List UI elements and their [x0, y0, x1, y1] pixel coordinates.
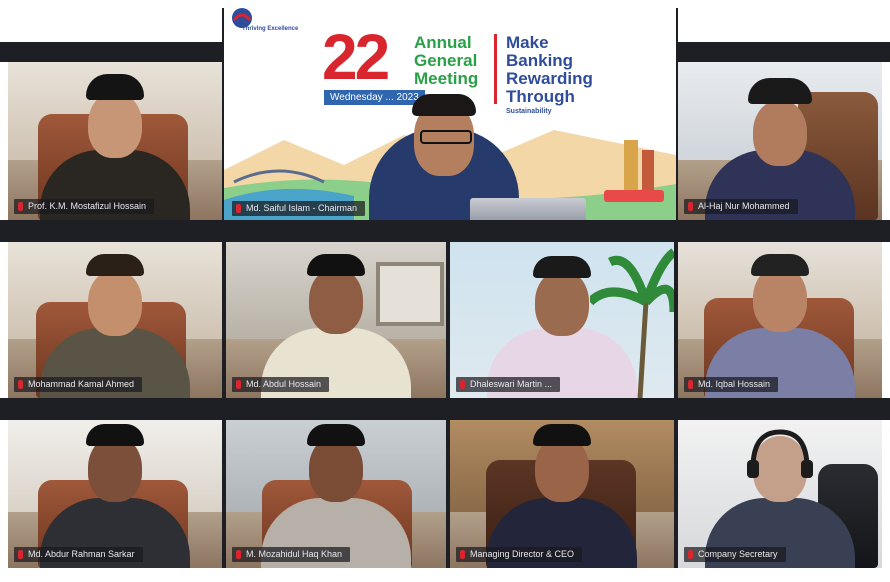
participant-tile[interactable]: Managing Director & CEO [450, 420, 674, 568]
separator-bar [0, 42, 224, 62]
separator-bar [0, 220, 890, 242]
participant-video [40, 420, 190, 568]
mic-icon [688, 550, 693, 559]
participant-tile[interactable]: Company Secretary [678, 420, 882, 568]
participant-video [40, 70, 190, 220]
participant-nameplate: Md. Abdul Hossain [232, 377, 330, 392]
participant-name: Dhaleswari Martin ... [470, 379, 553, 389]
participant-name: Md. Iqbal Hossain [698, 379, 771, 389]
participant-nameplate: Al-Haj Nur Mohammed [684, 199, 798, 214]
participant-nameplate: Md. Saiful Islam - Chairman [232, 201, 366, 216]
participant-video [40, 248, 190, 398]
participant-name: Managing Director & CEO [470, 549, 575, 559]
mic-icon [18, 550, 23, 559]
participant-tile[interactable]: Md. Iqbal Hossain [678, 242, 882, 398]
participant-tile[interactable]: Md. Abdul Hossain [226, 242, 446, 398]
participant-tile[interactable]: Mohammad Kamal Ahmed [8, 242, 222, 398]
mic-icon [236, 204, 241, 213]
mic-icon [236, 380, 241, 389]
featured-speaker-tile[interactable]: Thriving Excellence 22 Annual General Me… [224, 8, 676, 220]
participant-nameplate: Managing Director & CEO [456, 547, 583, 562]
participant-name: Mohammad Kamal Ahmed [28, 379, 135, 389]
participant-nameplate: Md. Iqbal Hossain [684, 377, 779, 392]
participant-tile[interactable]: Al-Haj Nur Mohammed [678, 62, 882, 220]
video-conference-grid: Prof. K.M. Mostafizul Hossain Thriving E… [0, 0, 890, 582]
participant-nameplate: M. Mozahidul Haq Khan [232, 547, 351, 562]
participant-nameplate: Prof. K.M. Mostafizul Hossain [14, 199, 155, 214]
participant-name: M. Mozahidul Haq Khan [246, 549, 343, 559]
mic-icon [688, 202, 693, 211]
mic-icon [688, 380, 693, 389]
mic-icon [460, 550, 465, 559]
participant-name: Md. Abdul Hossain [246, 379, 322, 389]
participant-name: Al-Haj Nur Mohammed [698, 201, 790, 211]
mic-icon [18, 202, 23, 211]
separator-bar [676, 42, 890, 62]
separator-bar [0, 398, 890, 420]
mic-icon [236, 550, 241, 559]
participant-name: Company Secretary [698, 549, 778, 559]
participant-video [261, 248, 411, 398]
participant-video [261, 420, 411, 568]
participant-name: Prof. K.M. Mostafizul Hossain [28, 201, 147, 211]
bank-logo-icon [232, 8, 252, 28]
participant-nameplate: Md. Abdur Rahman Sarkar [14, 547, 143, 562]
headset-icon [747, 429, 813, 478]
mic-icon [18, 380, 23, 389]
participant-tile[interactable]: Prof. K.M. Mostafizul Hossain [8, 62, 222, 220]
speaker-video [354, 50, 534, 220]
participant-video [705, 70, 855, 220]
participant-video [705, 248, 855, 398]
laptop [470, 198, 586, 220]
participant-nameplate: Company Secretary [684, 547, 786, 562]
participant-video [705, 420, 855, 568]
participant-tile[interactable]: M. Mozahidul Haq Khan [226, 420, 446, 568]
participant-nameplate: Dhaleswari Martin ... [456, 377, 561, 392]
participant-tile[interactable]: Md. Abdur Rahman Sarkar [8, 420, 222, 568]
participant-name: Md. Abdur Rahman Sarkar [28, 549, 135, 559]
participant-name: Md. Saiful Islam - Chairman [246, 203, 358, 213]
mic-icon [460, 380, 465, 389]
participant-video [487, 420, 637, 568]
participant-tile[interactable]: Dhaleswari Martin ... [450, 242, 674, 398]
participant-nameplate: Mohammad Kamal Ahmed [14, 377, 143, 392]
participant-video [487, 248, 637, 398]
logo-text: Thriving Excellence [242, 26, 299, 32]
